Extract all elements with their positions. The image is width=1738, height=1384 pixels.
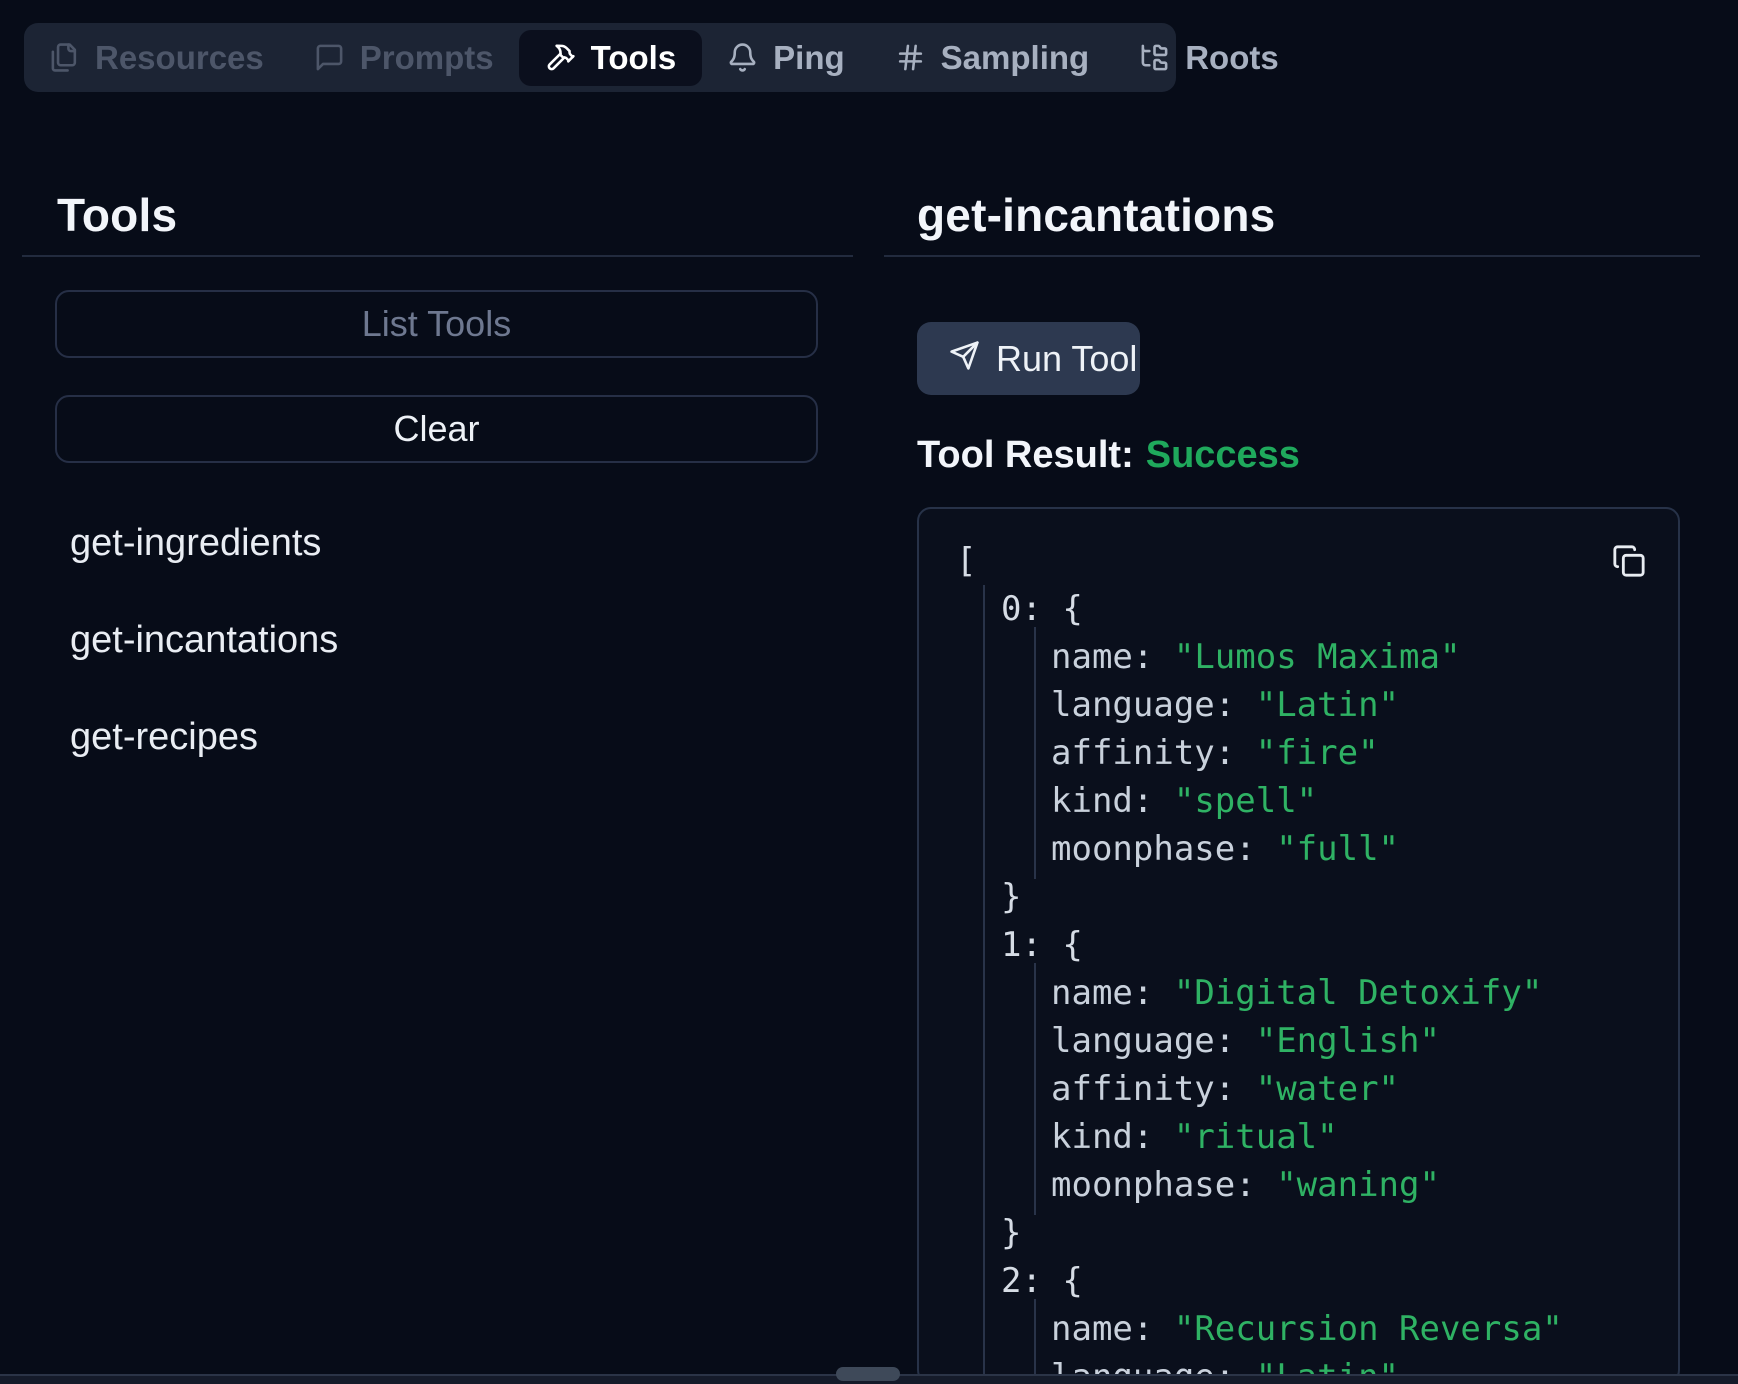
json-line: name: "Recursion Reversa" <box>956 1305 1668 1353</box>
tab-sampling[interactable]: Sampling <box>870 23 1115 92</box>
tab-tools[interactable]: Tools <box>519 30 703 86</box>
json-line: 2: { <box>956 1257 1668 1305</box>
clear-button[interactable]: Clear <box>55 395 818 463</box>
folder-tree-icon <box>1139 42 1170 73</box>
json-line: moonphase: "waning" <box>956 1161 1668 1209</box>
indent-guide <box>983 585 985 1384</box>
hammer-icon <box>545 42 576 73</box>
json-line: moonphase: "full" <box>956 825 1668 873</box>
tab-resources[interactable]: Resources <box>24 23 289 92</box>
send-icon <box>949 338 980 380</box>
json-line: 1: { <box>956 921 1668 969</box>
json-line: [ <box>956 537 1668 585</box>
tab-roots[interactable]: Roots <box>1114 23 1304 92</box>
indent-guide <box>1034 627 1036 879</box>
json-line: } <box>956 1209 1668 1257</box>
tool-list-item[interactable]: get-recipes <box>70 689 338 786</box>
json-line: kind: "ritual" <box>956 1113 1668 1161</box>
run-tool-button[interactable]: Run Tool <box>917 322 1140 395</box>
selected-tool-title: get-incantations <box>917 188 1275 242</box>
tool-result-label: Tool Result: <box>917 434 1134 476</box>
tab-bar: ResourcesPromptsToolsPingSamplingRoots <box>24 23 1176 92</box>
tool-result-json-viewer: [0: {name: "Lumos Maxima"language: "Lati… <box>917 507 1680 1384</box>
json-line: language: "English" <box>956 1017 1668 1065</box>
tab-label: Resources <box>95 39 264 77</box>
json-line: affinity: "water" <box>956 1065 1668 1113</box>
tool-panel-divider <box>884 255 1700 257</box>
tool-result-line: Tool Result: Success <box>917 434 1300 477</box>
tab-prompts[interactable]: Prompts <box>289 23 519 92</box>
app-root: Resources Prompts Tools Ping Sampling Roots T… <box>0 0 1738 1384</box>
tools-panel-divider <box>22 255 853 257</box>
json-line: kind: "spell" <box>956 777 1668 825</box>
indent-guide <box>1034 1299 1036 1384</box>
indent-guide <box>1034 963 1036 1215</box>
json-content: [0: {name: "Lumos Maxima"language: "Lati… <box>956 537 1668 1384</box>
json-line: 0: { <box>956 585 1668 633</box>
json-line: language: "Latin" <box>956 681 1668 729</box>
run-tool-label: Run Tool <box>996 338 1137 380</box>
json-line: } <box>956 873 1668 921</box>
copy-icon <box>1612 566 1646 581</box>
copy-button[interactable] <box>1610 543 1648 581</box>
pane-resize-handle[interactable] <box>836 1367 900 1381</box>
tool-list: get-ingredientsget-incantationsget-recip… <box>70 495 338 786</box>
tool-result-status: Success <box>1146 434 1300 476</box>
json-line: name: "Lumos Maxima" <box>956 633 1668 681</box>
tool-list-item[interactable]: get-ingredients <box>70 495 338 592</box>
tab-label: Prompts <box>360 39 494 77</box>
tab-label: Sampling <box>941 39 1090 77</box>
tool-list-item[interactable]: get-incantations <box>70 592 338 689</box>
list-tools-button[interactable]: List Tools <box>55 290 818 358</box>
tab-label: Ping <box>773 39 845 77</box>
message-square-icon <box>314 42 345 73</box>
bell-icon <box>727 42 758 73</box>
tools-panel-title: Tools <box>57 188 177 242</box>
hash-icon <box>895 42 926 73</box>
tab-label: Roots <box>1185 39 1279 77</box>
json-line: affinity: "fire" <box>956 729 1668 777</box>
tab-label: Tools <box>591 39 677 77</box>
json-line: name: "Digital Detoxify" <box>956 969 1668 1017</box>
tab-ping[interactable]: Ping <box>702 23 870 92</box>
files-icon <box>49 42 80 73</box>
